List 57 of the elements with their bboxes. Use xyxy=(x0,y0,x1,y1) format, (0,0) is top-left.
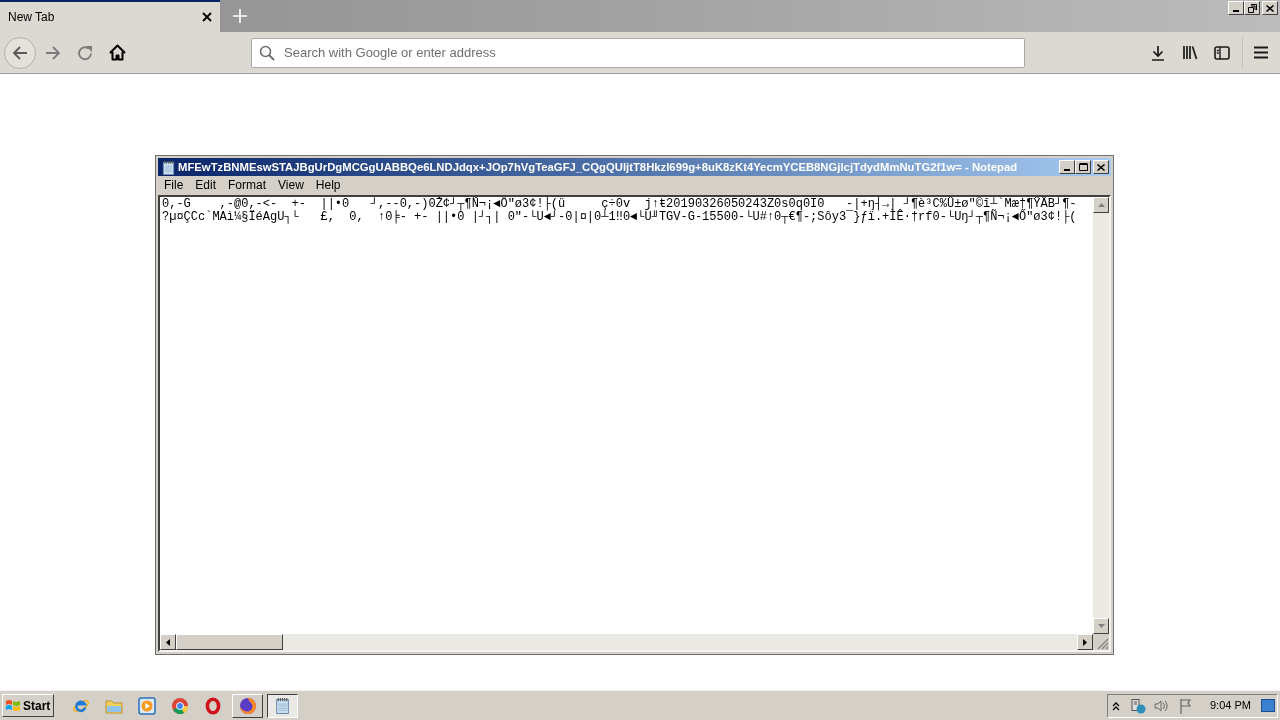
window-title: MFEwTzBNMEswSTAJBgUrDgMCGgUABBQe6LNDJdqx+JOp7hVgTeaGFJ_CQgQUljtT8Hkzl699g+8uK8zKt4YecmYCEB8NGjlcjTdydMmNuTG2f1w= - Notepad xyxy=(178,159,1018,175)
library-icon xyxy=(1182,45,1198,60)
network-icon[interactable] xyxy=(1130,697,1146,714)
scroll-up-button[interactable] xyxy=(1093,197,1109,213)
close-tab-icon[interactable] xyxy=(202,12,212,22)
back-arrow-icon xyxy=(12,45,28,60)
minimize-icon xyxy=(1064,169,1070,171)
ring-logo-icon xyxy=(170,696,189,715)
search-icon xyxy=(259,44,275,61)
taskbar-button[interactable] xyxy=(267,693,298,718)
maximize-icon xyxy=(1078,163,1088,171)
address-bar[interactable]: Search with Google or enter address xyxy=(251,37,1025,68)
triangle-down-icon xyxy=(1097,624,1105,628)
close-icon xyxy=(1266,4,1274,12)
sidebar-icon xyxy=(1214,45,1230,60)
notepad-icon xyxy=(274,697,291,714)
oval-logo-icon xyxy=(203,696,222,715)
triangle-right-icon xyxy=(1083,638,1087,646)
menu-item[interactable]: File xyxy=(158,178,190,193)
scrollbar-thumb[interactable] xyxy=(176,634,283,650)
menu-item[interactable]: Format xyxy=(222,178,273,193)
minimize-button[interactable] xyxy=(1059,160,1075,174)
chevron-up-icon[interactable] xyxy=(1112,700,1120,711)
triangle-left-icon xyxy=(166,638,170,646)
windows-flag-icon xyxy=(5,697,21,714)
text-line: ?µ¤ÇCc`MAì¼§ÏéAgU┐└ £, 0, ↑0╞- +- ||•0 |┘┐| 0"-└U◄┘-0|¤|0┴1‼0◄└U╜TGV-G-15500-└U#↑0┬€¶-;Sôy3¯}ƒï.+ÌÊ·†rf0-└Uŋ┘┬¶Ñ¬¡◄Ő"ø3¢!├( xyxy=(162,211,1077,224)
horizontal-scrollbar[interactable] xyxy=(160,634,1093,650)
scroll-right-button[interactable] xyxy=(1077,634,1093,650)
scroll-left-button[interactable] xyxy=(160,634,176,650)
minimize-icon xyxy=(1233,10,1239,12)
restore-button[interactable] xyxy=(1244,1,1260,15)
close-icon xyxy=(1097,163,1105,171)
menu-item[interactable]: View xyxy=(272,178,310,193)
close-button[interactable] xyxy=(1262,1,1278,15)
vertical-scrollbar[interactable] xyxy=(1093,197,1109,634)
flag-icon[interactable] xyxy=(1178,697,1194,714)
menu-item[interactable]: Edit xyxy=(189,178,223,193)
menu-icon xyxy=(1254,46,1268,59)
orb-logo-icon xyxy=(238,696,257,715)
triangle-up-icon xyxy=(1097,203,1105,207)
scroll-down-button[interactable] xyxy=(1093,618,1109,634)
minimize-button[interactable] xyxy=(1228,1,1244,15)
clock[interactable]: 9:04 PM xyxy=(1210,697,1251,714)
size-grip-icon[interactable] xyxy=(1097,638,1109,650)
reload-icon xyxy=(77,44,93,61)
start-button[interactable]: Start xyxy=(2,694,54,717)
play-icon xyxy=(137,696,156,715)
maximize-button[interactable] xyxy=(1075,160,1091,174)
restore-icon xyxy=(1247,3,1257,13)
back-button[interactable] xyxy=(4,36,36,69)
forward-arrow-icon xyxy=(45,45,61,60)
browser-tab[interactable]: New Tab xyxy=(0,0,220,32)
close-button[interactable] xyxy=(1093,160,1109,174)
download-icon xyxy=(1150,44,1166,61)
notepad-icon xyxy=(161,159,176,175)
home-icon xyxy=(108,44,126,61)
menu-item[interactable]: Help xyxy=(309,178,347,193)
